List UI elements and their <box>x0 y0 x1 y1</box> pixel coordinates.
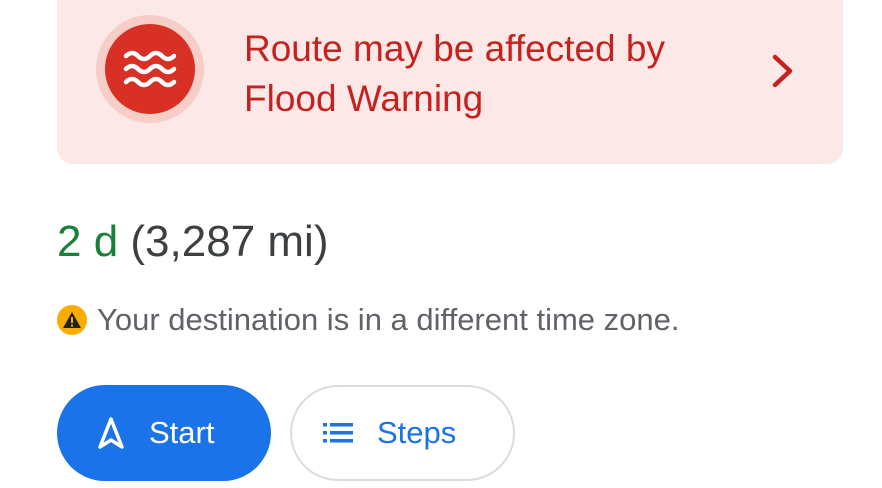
chevron-right-icon[interactable] <box>768 52 798 90</box>
flood-waves-icon <box>105 24 195 114</box>
steps-button-label: Steps <box>377 415 457 450</box>
trip-summary: 2 d (3,287 mi) <box>57 214 328 270</box>
alert-line-2: Flood Warning <box>244 78 484 119</box>
alert-message: Route may be affected by Flood Warning <box>244 24 744 124</box>
timezone-notice-text: Your destination is in a different time … <box>97 302 680 337</box>
navigation-arrow-icon <box>97 416 125 450</box>
trip-distance: (3,287 mi) <box>130 217 329 266</box>
trip-duration: 2 d <box>57 217 119 266</box>
list-icon <box>323 422 353 444</box>
start-button[interactable]: Start <box>57 385 271 481</box>
start-button-label: Start <box>149 415 215 450</box>
alert-line-1: Route may be affected by <box>244 28 665 69</box>
timezone-notice: Your destination is in a different time … <box>57 297 679 343</box>
steps-button[interactable]: Steps <box>290 385 515 481</box>
warning-icon <box>57 305 87 335</box>
